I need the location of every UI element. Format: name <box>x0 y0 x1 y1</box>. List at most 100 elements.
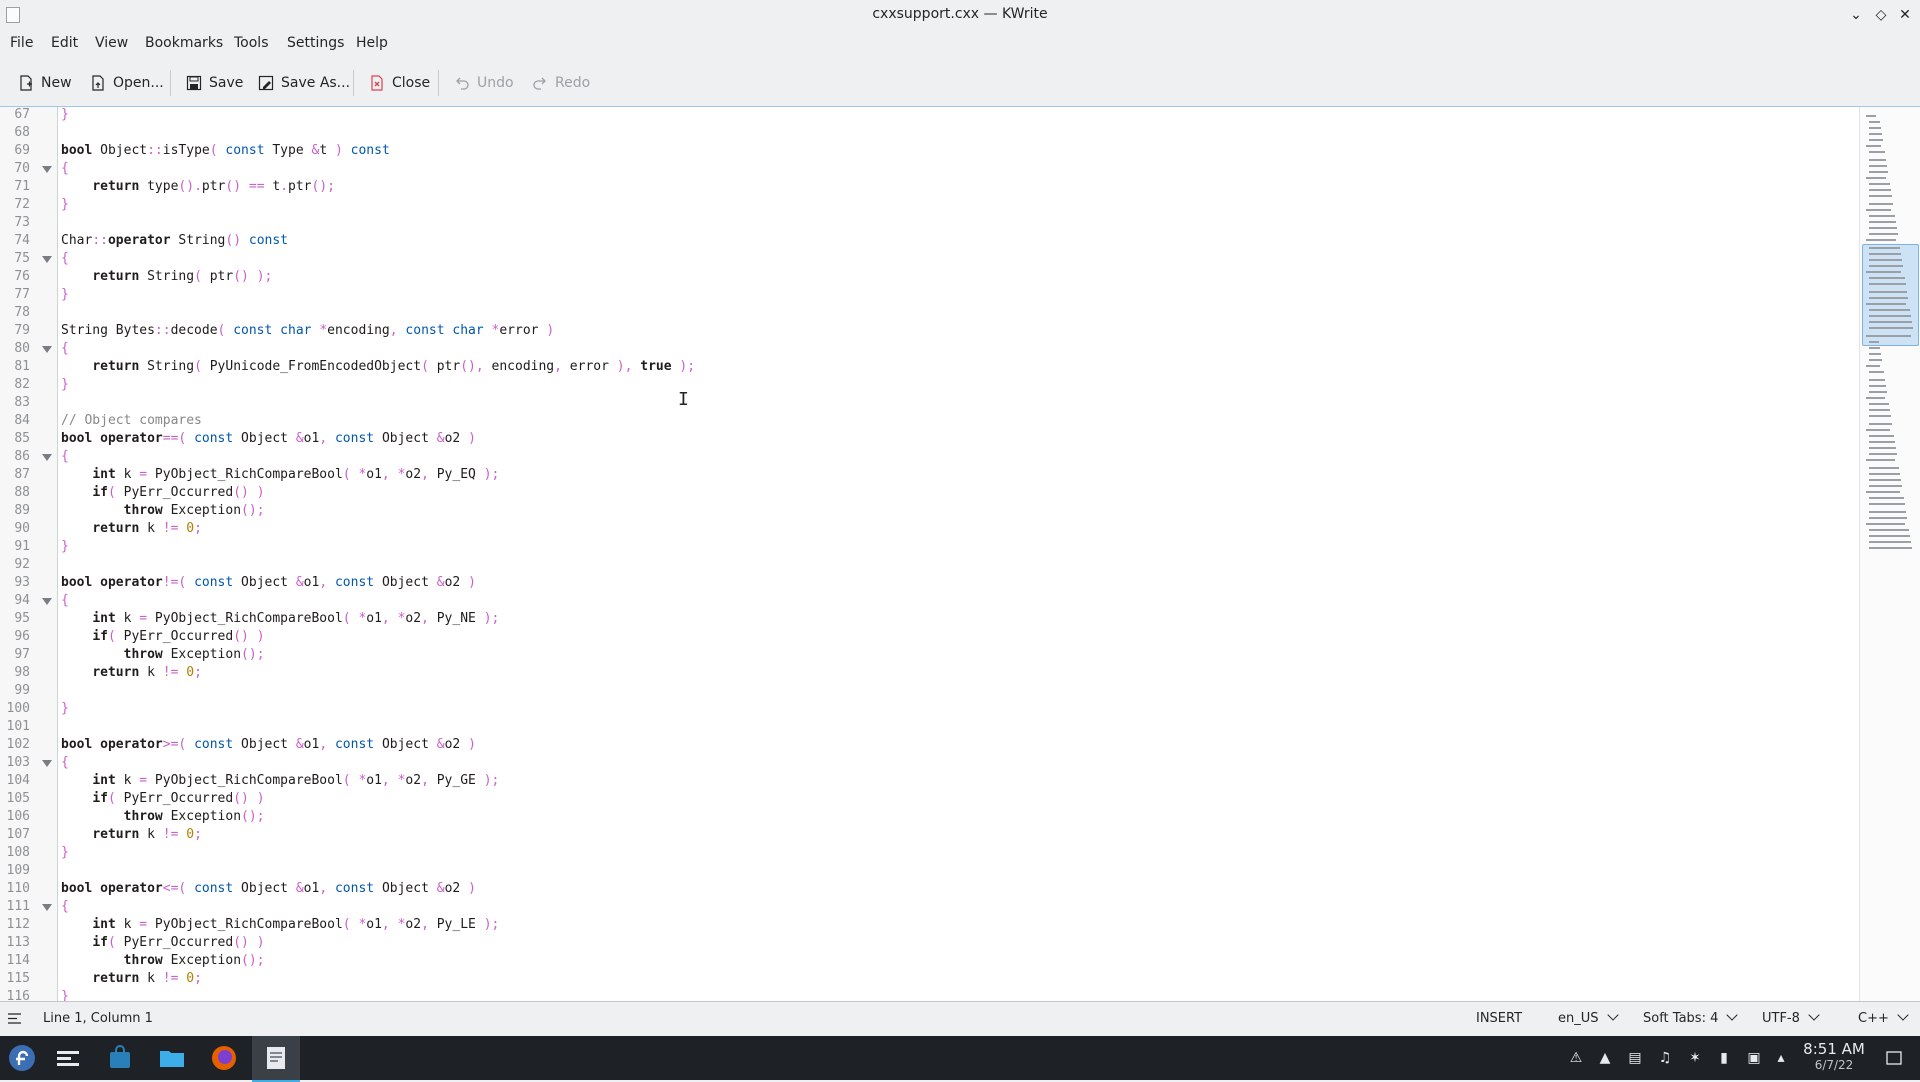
code-line[interactable]: return k != 0; <box>61 521 202 539</box>
code-line[interactable]: return type().ptr() == t.ptr(); <box>61 179 335 197</box>
fold-arrow-icon[interactable] <box>42 166 52 173</box>
save-as-button[interactable]: Save As... <box>258 71 350 95</box>
code-line[interactable]: return k != 0; <box>61 971 202 989</box>
encoding-select[interactable]: UTF-8 <box>1762 1009 1820 1026</box>
code-line[interactable]: int k = PyObject_RichCompareBool( *o1, *… <box>61 773 499 791</box>
code-line[interactable]: bool operator<=( const Object &o1, const… <box>61 881 476 899</box>
code-line[interactable]: bool Object::isType( const Type &t ) con… <box>61 143 390 161</box>
fold-arrow-icon[interactable] <box>42 760 52 767</box>
code-line[interactable]: } <box>61 989 69 1001</box>
code-line[interactable]: throw Exception(); <box>61 503 265 521</box>
close-window-icon[interactable]: ✕ <box>1895 5 1915 25</box>
code-line[interactable]: Char::operator String() const <box>61 233 288 251</box>
code-line[interactable]: if( PyErr_Occurred() ) <box>61 485 264 503</box>
open-button[interactable]: Open... <box>90 71 164 95</box>
code-line[interactable]: String Bytes::decode( const char *encodi… <box>61 323 554 341</box>
hamburger-menu-icon[interactable] <box>8 1013 21 1024</box>
code-line[interactable]: return String( PyUnicode_FromEncodedObje… <box>61 359 695 377</box>
input-mode[interactable]: INSERT <box>1476 1011 1522 1026</box>
syntax-select[interactable]: C++ <box>1858 1009 1909 1026</box>
menu-bookmarks[interactable]: Bookmarks <box>145 35 223 51</box>
code-line[interactable]: } <box>61 701 69 719</box>
code-line[interactable]: if( PyErr_Occurred() ) <box>61 629 264 647</box>
menu-edit[interactable]: Edit <box>51 35 78 51</box>
fold-arrow-icon[interactable] <box>42 454 52 461</box>
clipboard-icon[interactable]: ▤ <box>1627 1050 1643 1066</box>
code-line[interactable]: bool operator==( const Object &o1, const… <box>61 431 476 449</box>
menu-settings[interactable]: Settings <box>287 35 344 51</box>
code-view[interactable]: }bool Object::isType( const Type &t ) co… <box>61 107 1851 1001</box>
code-line[interactable]: throw Exception(); <box>61 809 265 827</box>
menu-tools[interactable]: Tools <box>234 35 269 51</box>
notifications-icon[interactable]: ⚠ <box>1568 1050 1584 1066</box>
menu-help[interactable]: Help <box>356 35 388 51</box>
code-line[interactable]: throw Exception(); <box>61 647 265 665</box>
code-line[interactable]: { <box>61 161 69 179</box>
line-number-gutter[interactable]: 67 68 69 70 71 72 73 74 75 76 77 78 79 80 81 82 83 84 85 86… <box>0 107 58 1001</box>
minimap-line <box>1866 523 1905 525</box>
status-bar: Line 1, Column 1 INSERT en_US Soft Tabs:… <box>0 1004 1920 1034</box>
save-button[interactable]: Save <box>186 71 243 95</box>
code-line[interactable]: return k != 0; <box>61 827 202 845</box>
indent-select[interactable]: Soft Tabs: 4 <box>1643 1009 1739 1026</box>
code-line[interactable]: { <box>61 899 69 917</box>
code-line[interactable]: { <box>61 593 69 611</box>
maximize-icon[interactable]: ◇ <box>1871 5 1891 25</box>
code-line[interactable]: int k = PyObject_RichCompareBool( *o1, *… <box>61 611 499 629</box>
close-button[interactable]: Close <box>369 71 430 95</box>
code-line[interactable]: } <box>61 845 69 863</box>
minimize-icon[interactable]: ⌄ <box>1846 5 1866 25</box>
bluetooth-icon[interactable]: ✶ <box>1687 1050 1703 1066</box>
editor-area[interactable]: 67 68 69 70 71 72 73 74 75 76 77 78 79 80 81 82 83 84 85 86… <box>0 106 1920 1002</box>
code-line[interactable]: { <box>61 341 69 359</box>
minimap-line <box>1869 341 1879 343</box>
fold-arrow-icon[interactable] <box>42 256 52 263</box>
volume-icon[interactable]: ♫ <box>1657 1050 1673 1066</box>
undo-button[interactable]: Undo <box>454 71 514 95</box>
menu-file[interactable]: File <box>10 35 33 51</box>
taskbar-kwrite-active[interactable] <box>252 1036 300 1082</box>
code-line[interactable]: int k = PyObject_RichCompareBool( *o1, *… <box>61 467 499 485</box>
dictionary-select[interactable]: en_US <box>1558 1009 1619 1026</box>
menu-view[interactable]: View <box>95 35 128 51</box>
minimap-scrollbar[interactable] <box>1859 107 1920 1001</box>
code-line[interactable]: { <box>61 449 69 467</box>
code-line[interactable]: // Object compares <box>61 413 202 431</box>
code-line[interactable]: } <box>61 287 69 305</box>
fold-arrow-icon[interactable] <box>42 346 52 353</box>
redo-button[interactable]: Redo <box>532 71 590 95</box>
code-line[interactable]: } <box>61 107 69 125</box>
fedora-launcher-icon[interactable] <box>6 1042 38 1074</box>
software-store-icon[interactable] <box>104 1042 136 1074</box>
cursor-position[interactable]: Line 1, Column 1 <box>43 1011 153 1026</box>
code-line[interactable]: if( PyErr_Occurred() ) <box>61 935 264 953</box>
code-line[interactable]: } <box>61 539 69 557</box>
line-number: 115 <box>6 971 30 986</box>
tray-expand-icon[interactable]: ▴ <box>1773 1050 1789 1066</box>
code-line[interactable]: } <box>61 197 69 215</box>
code-line[interactable]: { <box>61 251 69 269</box>
code-line[interactable]: { <box>61 755 69 773</box>
clock[interactable]: 8:51 AM 6/7/22 <box>1790 1040 1878 1072</box>
updates-icon[interactable]: ▲ <box>1597 1050 1613 1066</box>
code-line[interactable]: return k != 0; <box>61 665 202 683</box>
code-line[interactable]: bool operator>=( const Object &o1, const… <box>61 737 476 755</box>
minimap-line <box>1869 159 1886 161</box>
battery-icon[interactable]: ▮ <box>1716 1050 1732 1066</box>
fold-arrow-icon[interactable] <box>42 598 52 605</box>
code-line[interactable]: int k = PyObject_RichCompareBool( *o1, *… <box>61 917 499 935</box>
minimap-line <box>1869 139 1883 141</box>
code-line[interactable]: } <box>61 377 69 395</box>
code-line[interactable]: return String( ptr() ); <box>61 269 272 287</box>
pager-icon[interactable] <box>52 1042 84 1074</box>
code-line[interactable]: throw Exception(); <box>61 953 265 971</box>
network-icon[interactable]: ▣ <box>1746 1050 1762 1066</box>
firefox-icon[interactable] <box>208 1042 240 1074</box>
chevron-down-icon <box>1897 1009 1909 1021</box>
file-manager-icon[interactable] <box>156 1042 188 1074</box>
fold-arrow-icon[interactable] <box>42 904 52 911</box>
show-desktop-icon[interactable] <box>1886 1050 1902 1066</box>
new-button[interactable]: New <box>18 71 72 95</box>
code-line[interactable]: bool operator!=( const Object &o1, const… <box>61 575 476 593</box>
code-line[interactable]: if( PyErr_Occurred() ) <box>61 791 264 809</box>
